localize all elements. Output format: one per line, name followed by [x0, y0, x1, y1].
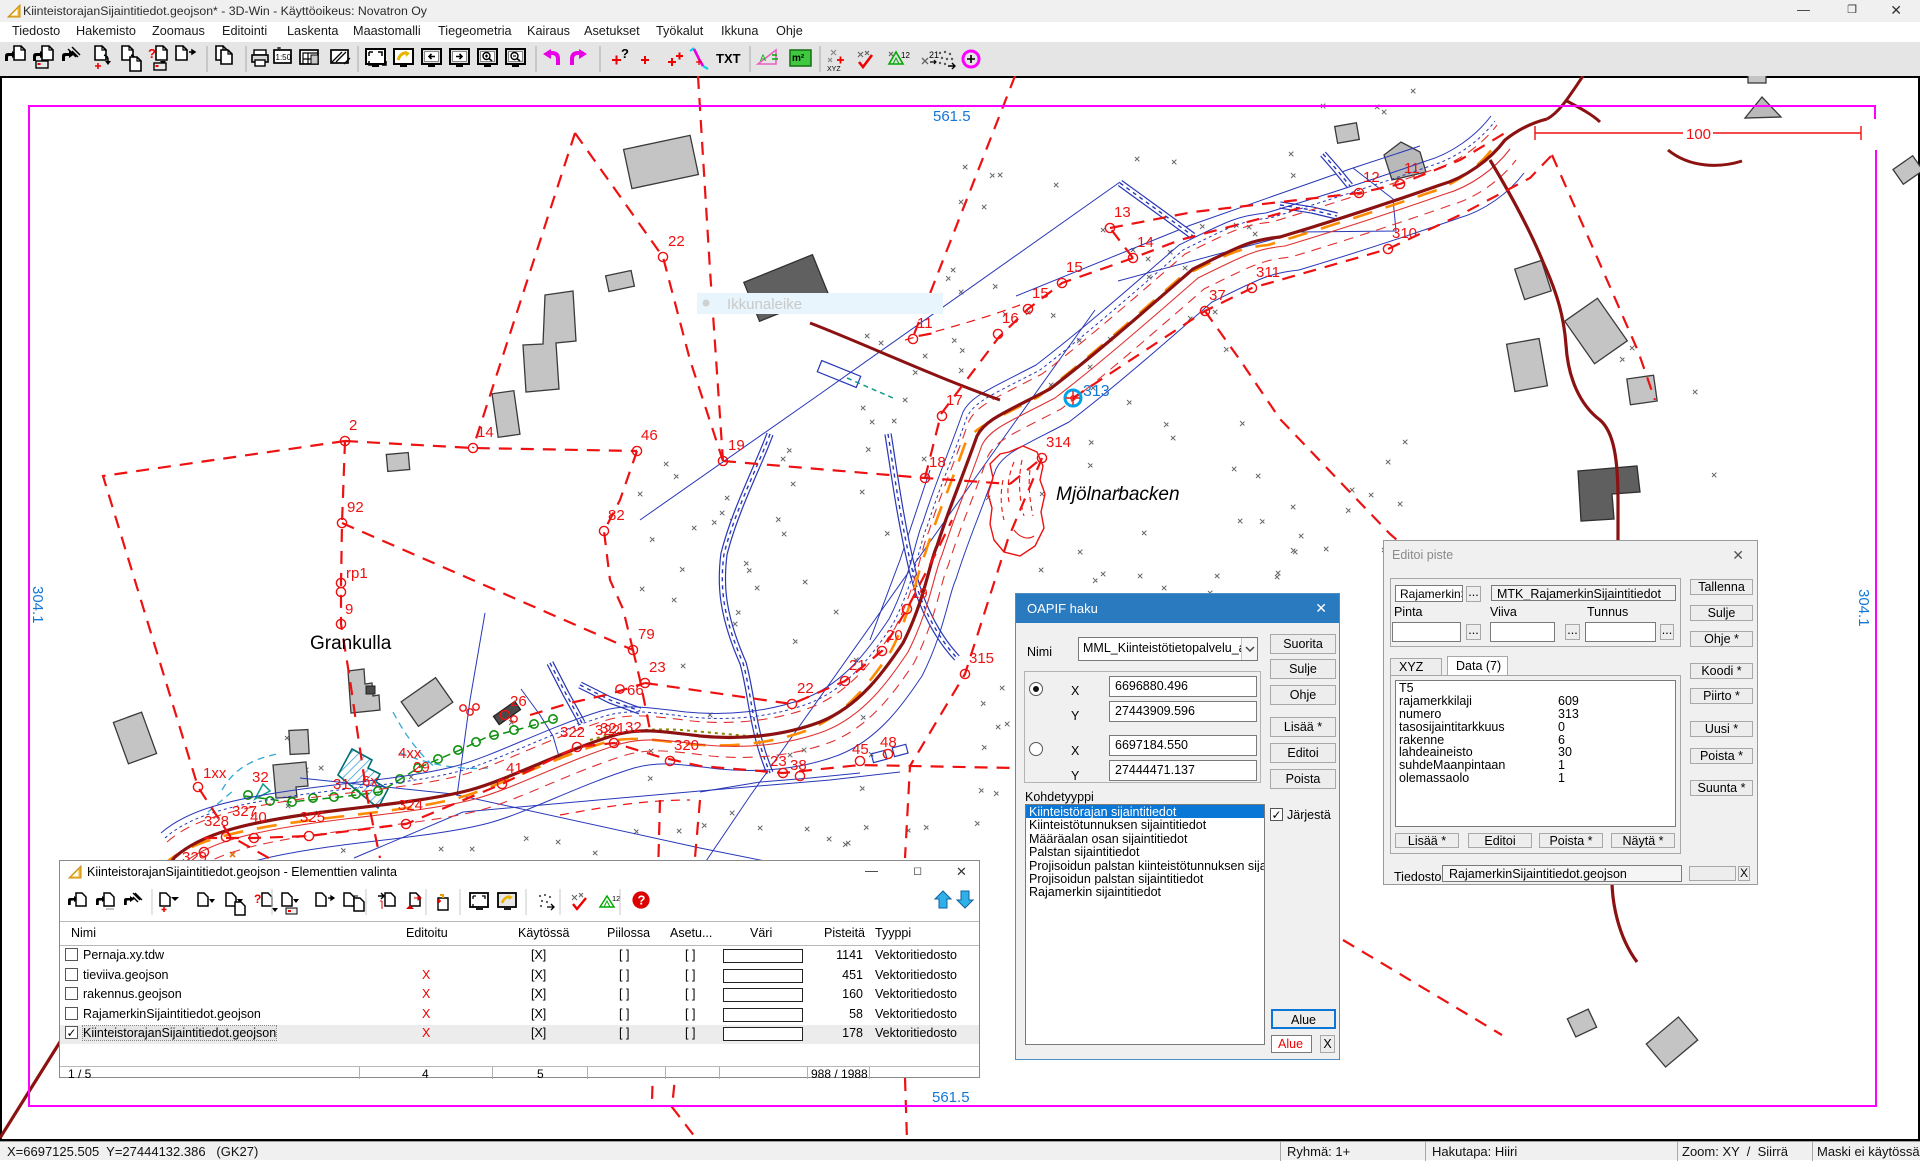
svg-text:32: 32 [625, 719, 642, 736]
svg-text:rp1: rp1 [346, 565, 368, 582]
svg-text:?: ? [254, 892, 261, 906]
svg-text:Mjölnarbacken: Mjölnarbacken [1056, 484, 1180, 505]
svg-text:328: 328 [204, 813, 229, 830]
svg-text:14: 14 [477, 424, 494, 441]
svg-text:46: 46 [641, 427, 658, 444]
svg-text:13: 13 [1114, 204, 1131, 221]
svg-text:327: 327 [232, 803, 257, 820]
svg-text:23: 23 [770, 753, 787, 770]
svg-text:Grankulla: Grankulla [310, 633, 392, 654]
svg-text:322: 322 [595, 722, 620, 739]
svg-text:324: 324 [398, 797, 423, 814]
svg-text:29: 29 [413, 759, 430, 776]
svg-text:315: 315 [969, 650, 994, 667]
svg-text:?: ? [638, 893, 646, 908]
svg-text:12: 12 [612, 894, 620, 903]
svg-text:322: 322 [560, 724, 585, 741]
svg-text:304.1: 304.1 [1855, 589, 1872, 627]
svg-text:11: 11 [1404, 160, 1420, 177]
svg-text:A: A [760, 53, 766, 63]
svg-text:Ikkunaleike: Ikkunaleike [727, 296, 802, 313]
svg-text:304.1: 304.1 [29, 586, 46, 624]
svg-text:1xx: 1xx [203, 765, 227, 782]
svg-text:14: 14 [1137, 234, 1154, 251]
svg-text:19: 19 [728, 437, 745, 454]
svg-text:21: 21 [849, 657, 866, 674]
svg-text:32: 32 [252, 769, 269, 786]
svg-text:?: ? [621, 46, 629, 61]
svg-text:20: 20 [886, 627, 903, 644]
svg-text:37: 37 [1209, 287, 1226, 304]
svg-text:16: 16 [1002, 310, 1019, 327]
svg-text:82: 82 [608, 507, 625, 524]
svg-text:22: 22 [797, 680, 814, 697]
svg-text:31: 31 [333, 776, 350, 793]
svg-text:12: 12 [901, 51, 910, 60]
svg-text:XYZ: XYZ [827, 66, 841, 73]
svg-text:92: 92 [347, 499, 364, 516]
svg-text:12: 12 [1363, 169, 1380, 186]
svg-text:48: 48 [880, 734, 897, 751]
svg-text:2: 2 [349, 417, 357, 434]
svg-text:18: 18 [929, 454, 946, 471]
svg-text:311: 311 [1256, 264, 1280, 281]
svg-text:15: 15 [1032, 285, 1049, 302]
svg-text:17: 17 [946, 392, 963, 409]
svg-text:313: 313 [1083, 383, 1110, 400]
svg-text:100: 100 [1686, 126, 1711, 143]
svg-text:m²: m² [792, 53, 805, 64]
svg-text:11: 11 [917, 315, 933, 332]
svg-text:561.5: 561.5 [932, 1089, 970, 1106]
svg-text:38: 38 [790, 757, 807, 774]
svg-text:41: 41 [506, 760, 523, 777]
svg-text:21: 21 [929, 50, 939, 60]
svg-text:26: 26 [510, 693, 527, 710]
svg-text:314: 314 [1046, 434, 1071, 451]
svg-text:23: 23 [649, 659, 666, 676]
svg-text:6x: 6x [362, 773, 378, 790]
svg-text:?: ? [148, 46, 156, 61]
svg-text:325: 325 [300, 809, 325, 826]
svg-text:79: 79 [638, 626, 655, 643]
svg-text:TXT: TXT [716, 51, 741, 66]
svg-text:320: 320 [674, 737, 699, 754]
svg-text:22: 22 [668, 233, 685, 250]
svg-text:9: 9 [345, 601, 353, 618]
svg-text:310: 310 [1392, 225, 1417, 242]
svg-text:15: 15 [1066, 259, 1083, 276]
svg-text:45: 45 [852, 741, 869, 758]
svg-text:19: 19 [911, 585, 928, 602]
svg-text:66: 66 [627, 682, 644, 699]
svg-text:1:50: 1:50 [276, 53, 292, 62]
svg-text:561.5: 561.5 [933, 108, 971, 125]
